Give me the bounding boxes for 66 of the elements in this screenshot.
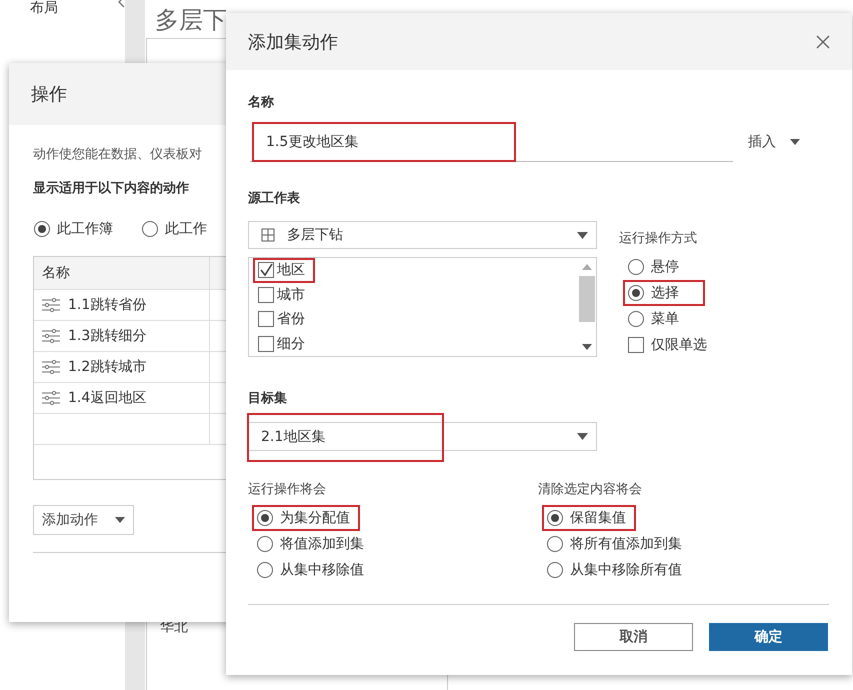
action-row[interactable]: 1.1跳转省份 xyxy=(34,290,210,320)
radio-button[interactable] xyxy=(547,510,563,526)
radio-label: 选择 xyxy=(651,284,679,302)
source-label: 源工作表 xyxy=(248,190,300,208)
checkbox[interactable] xyxy=(258,311,274,328)
name-label: 名称 xyxy=(248,94,274,112)
radio-label: 从集中移除所有值 xyxy=(570,561,682,579)
checkbox-label: 细分 xyxy=(277,334,305,353)
radio-label: 悬停 xyxy=(651,258,679,276)
run-on-label: 运行操作方式 xyxy=(619,230,697,248)
action-row[interactable]: 1.3跳转细分 xyxy=(34,321,210,351)
radio-button[interactable] xyxy=(257,536,273,552)
caret-icon xyxy=(577,232,588,238)
dialog-title: 操作 xyxy=(31,83,67,106)
name-field[interactable]: 1.5更改地区集 xyxy=(250,122,733,162)
checkbox[interactable] xyxy=(628,337,644,353)
filter-label: 显示适用于以下内容的动作 xyxy=(33,180,189,198)
checkbox-label: 城市 xyxy=(277,286,305,304)
radio-button[interactable] xyxy=(34,221,50,237)
description-text: 动作使您能在数据、仪表板对 xyxy=(33,147,202,163)
insert-dropdown[interactable]: 插入 xyxy=(748,133,800,151)
sheet-dropdown[interactable]: 多层下钻 xyxy=(248,221,597,249)
panel-title: 布局 xyxy=(30,0,58,16)
checkbox[interactable] xyxy=(258,336,274,352)
radio-label: 将值添加到集 xyxy=(280,535,364,553)
radio-button[interactable] xyxy=(628,285,644,301)
radio-label: 此工作 xyxy=(165,220,207,238)
checkbox-label: 仅限单选 xyxy=(651,336,707,354)
radio-label: 为集分配值 xyxy=(280,509,350,527)
checkbox[interactable] xyxy=(258,262,274,278)
cancel-button[interactable]: 取消 xyxy=(574,623,693,651)
confirm-button[interactable]: 确定 xyxy=(709,623,828,651)
dialog-title: 添加集动作 xyxy=(248,30,338,54)
caret-icon xyxy=(115,517,125,523)
checkbox-label: 省份 xyxy=(277,310,305,328)
radio-label: 将所有值添加到集 xyxy=(570,535,682,553)
caret-icon xyxy=(577,433,588,440)
radio-button[interactable] xyxy=(628,311,644,327)
radio-label: 此工作簿 xyxy=(57,220,113,238)
radio-button[interactable] xyxy=(257,562,273,578)
run-action-label: 运行操作将会 xyxy=(248,481,326,499)
close-icon[interactable] xyxy=(816,34,830,48)
sliders-icon xyxy=(42,360,60,374)
sliders-icon xyxy=(42,391,60,405)
radio-button[interactable] xyxy=(257,510,273,526)
checkbox-label: 地区 xyxy=(277,261,305,280)
scroll-down-icon[interactable] xyxy=(582,344,592,350)
radio-label: 从集中移除值 xyxy=(280,561,364,579)
radio-button[interactable] xyxy=(547,562,563,578)
clear-label: 清除选定内容将会 xyxy=(538,481,642,499)
table-icon xyxy=(261,228,275,242)
radio-button[interactable] xyxy=(142,221,158,237)
checkbox[interactable] xyxy=(258,286,274,303)
caret-icon xyxy=(790,139,800,145)
action-row[interactable]: 1.4返回地区 xyxy=(34,383,210,413)
dashboard-title: 多层下 xyxy=(155,5,227,36)
target-label: 目标集 xyxy=(248,390,287,408)
column-header: 名称 xyxy=(34,257,210,289)
radio-button[interactable] xyxy=(547,536,563,552)
sliders-icon xyxy=(42,298,60,312)
radio-button[interactable] xyxy=(628,259,644,275)
sliders-icon xyxy=(42,329,60,343)
add-action-button[interactable]: 添加动作 xyxy=(33,505,134,535)
radio-label: 保留集值 xyxy=(570,509,626,527)
radio-label: 菜单 xyxy=(651,310,679,328)
action-row[interactable]: 1.2跳转城市 xyxy=(34,352,210,382)
